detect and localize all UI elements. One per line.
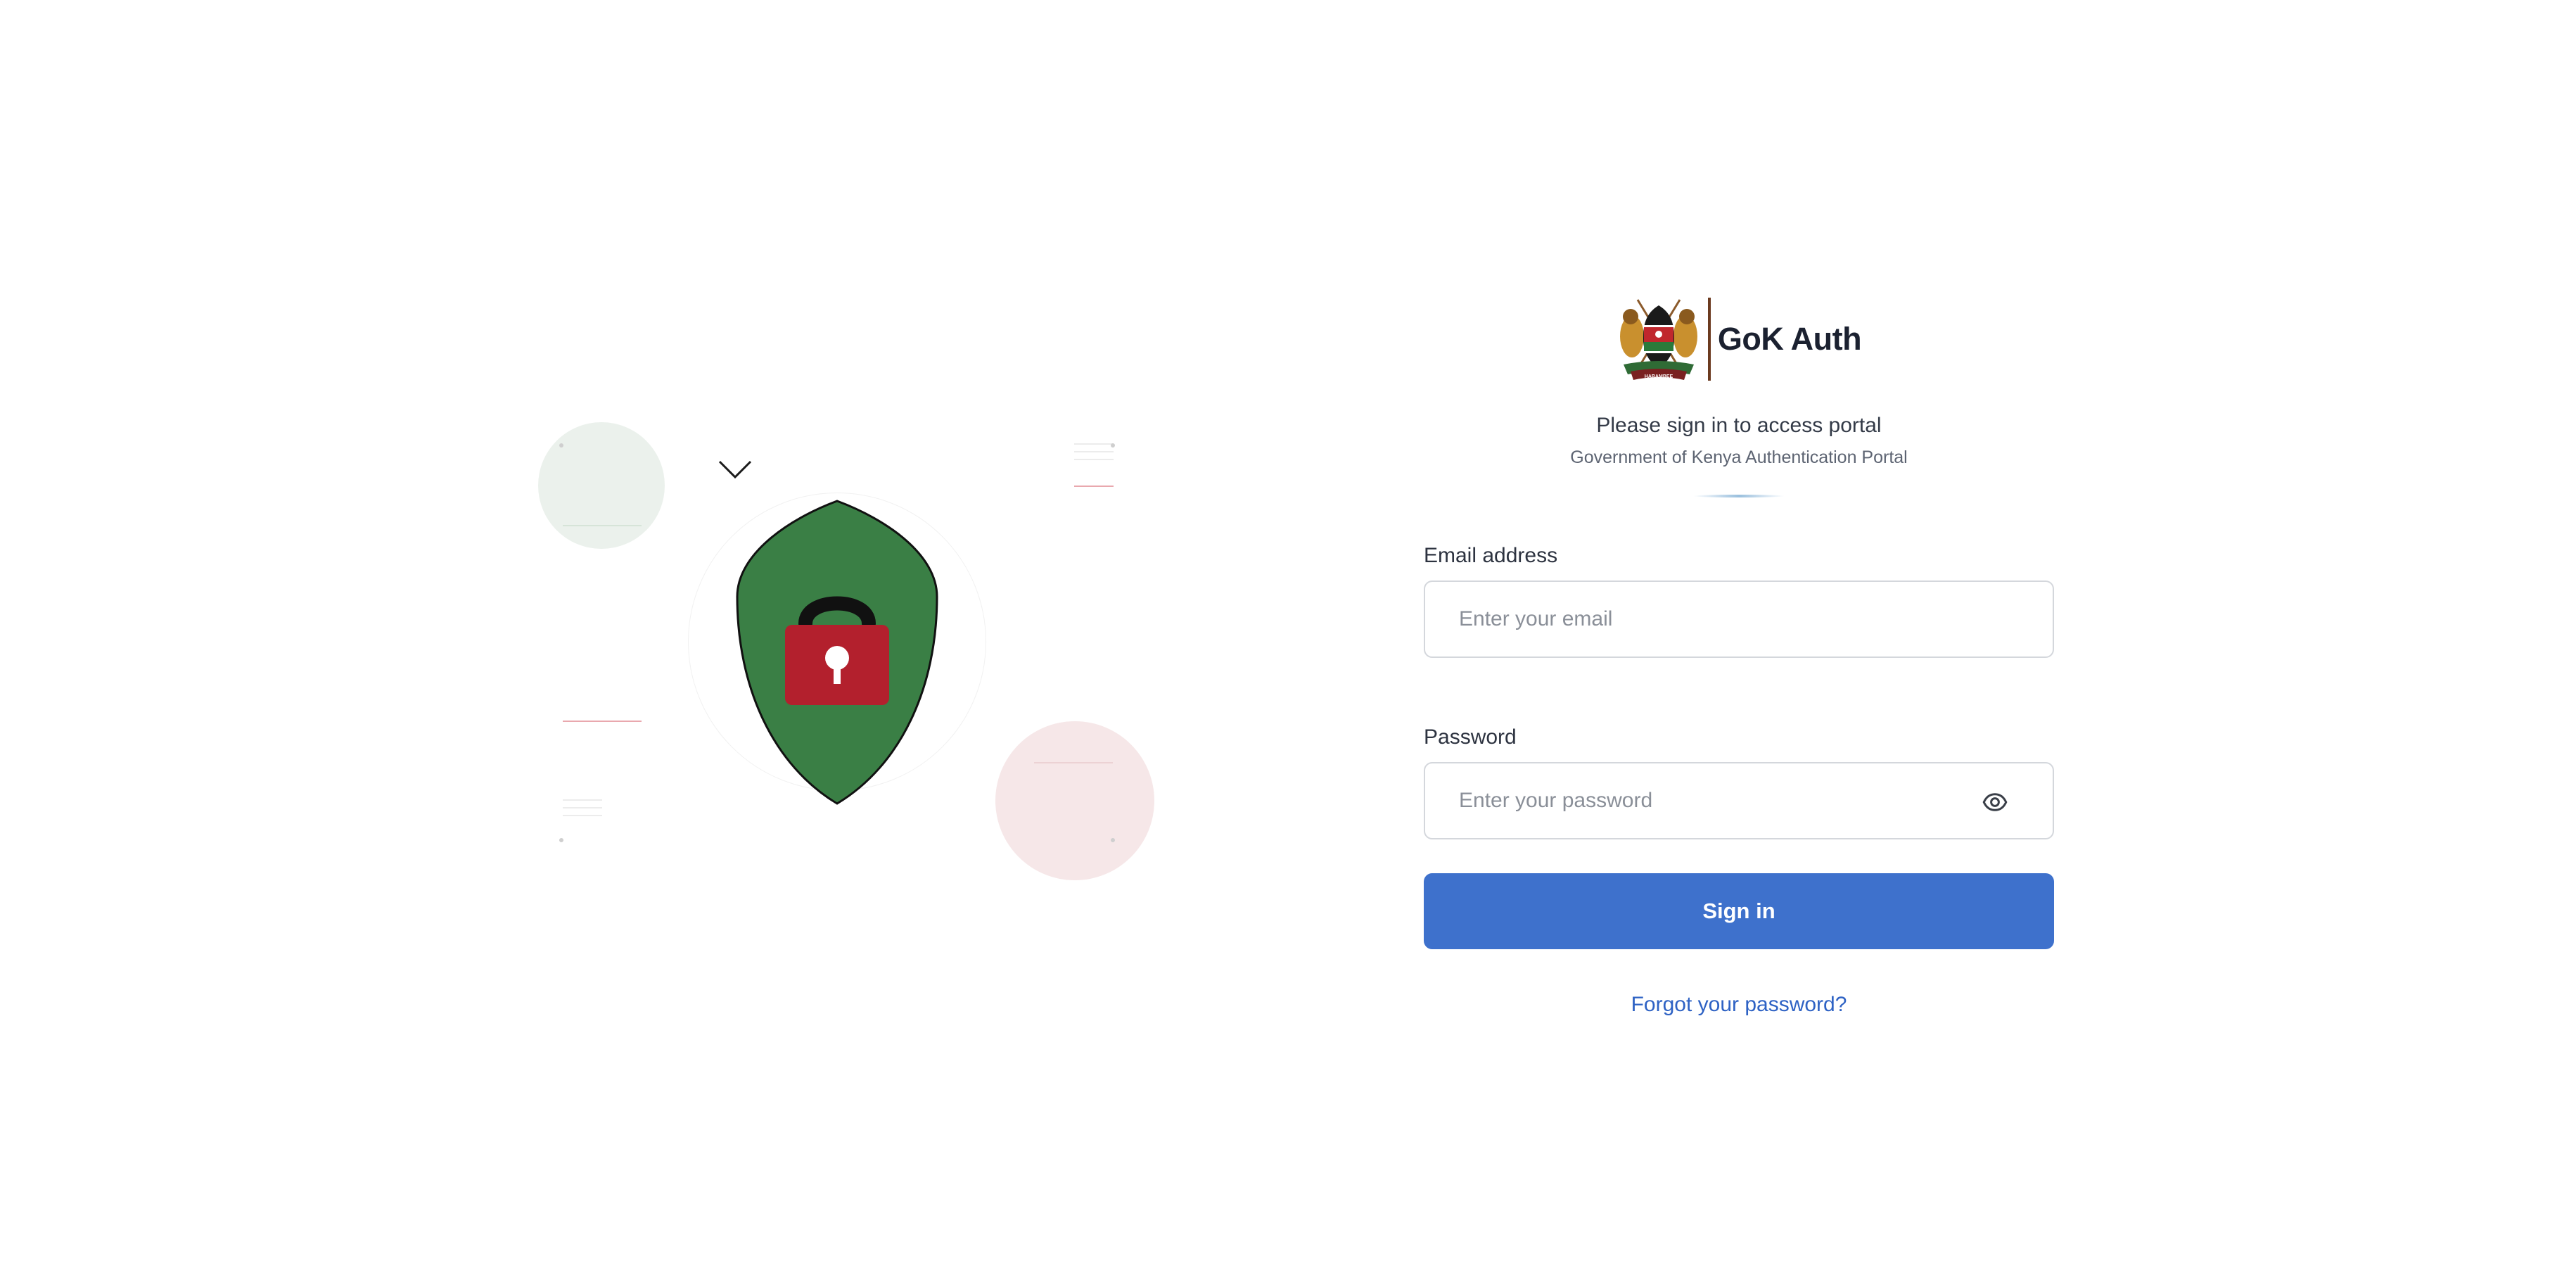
eye-icon[interactable] [1982,789,2008,815]
decorative-line-green [563,525,642,526]
decorative-pink-circle [995,721,1154,880]
page-subtitle: Government of Kenya Authentication Porta… [1570,448,1908,467]
decorative-green-circle [538,422,665,549]
brand-name: GoK Auth [1717,321,1862,357]
decorative-dot [559,443,563,448]
shield-icon [736,500,938,805]
email-field-wrapper [1424,581,2054,658]
decorative-lines-top-right [1074,443,1114,467]
chevron-down-icon [718,460,752,479]
decorative-line-pink [1034,762,1113,763]
brand-header: HARAMBEE GoK Auth [1424,296,2054,383]
decorative-line-red-top [1074,486,1114,487]
decorative-dot [1111,838,1115,842]
decorative-dot [1111,443,1115,448]
svg-text:HARAMBEE: HARAMBEE [1645,374,1673,379]
login-panel: HARAMBEE GoK Auth Please sign in to acce… [1424,296,2054,1017]
decorative-lines-bottom-left [563,799,602,823]
forgot-password-link[interactable]: Forgot your password? [1424,993,2054,1017]
password-field-wrapper [1424,762,2054,839]
email-label: Email address [1424,544,1558,567]
email-input[interactable] [1459,582,1965,656]
login-page: HARAMBEE GoK Auth Please sign in to acce… [0,0,2576,1275]
decorative-dot [559,838,563,842]
decorative-line-red [563,721,642,722]
security-illustration [0,0,1266,1275]
kenya-coat-of-arms-logo: HARAMBEE [1619,299,1697,380]
brand-divider [1707,298,1711,381]
password-input[interactable] [1459,763,1965,838]
password-label: Password [1424,725,1517,749]
accent-divider [1693,495,1785,497]
page-title: Please sign in to access portal [1596,414,1882,437]
sign-in-button[interactable]: Sign in [1424,873,2054,949]
